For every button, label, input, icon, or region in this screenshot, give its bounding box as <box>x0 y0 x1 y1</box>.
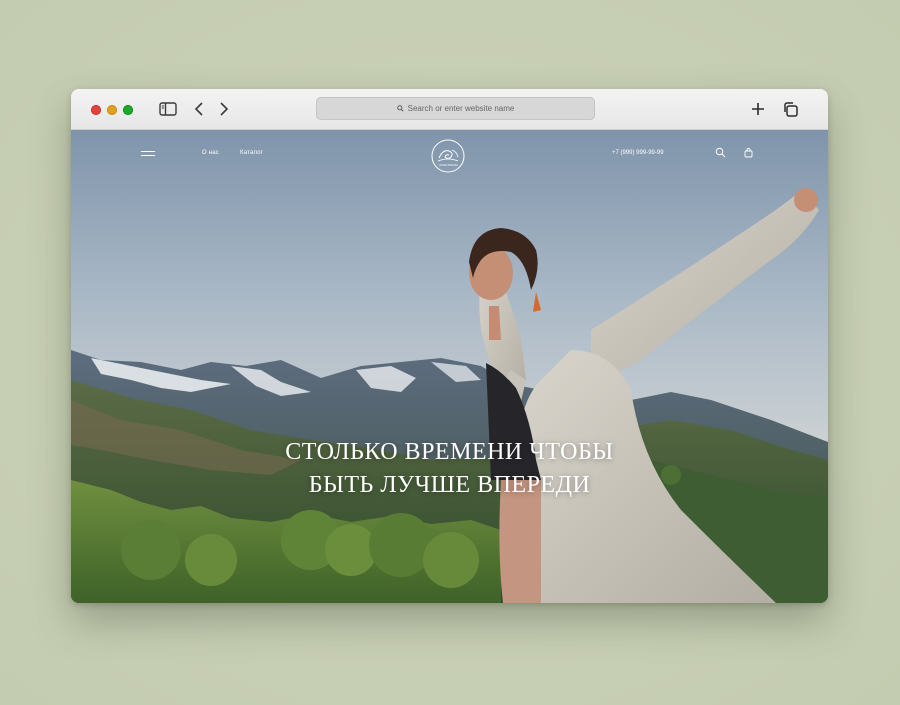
logo-text: VANA PRANA <box>439 163 458 167</box>
browser-toolbar: Search or enter website name <box>71 89 828 130</box>
desktop-background: Search or enter website name О нас Катал… <box>0 0 900 705</box>
nav-link-about[interactable]: О нас <box>202 150 219 156</box>
hero-headline-line-1: СТОЛЬКО ВРЕМЕНИ ЧТОБЫ <box>285 439 614 465</box>
site-header: О нас Каталог VANA PRANA +7 (999) 999-99… <box>71 130 828 180</box>
hero-photo <box>71 130 828 603</box>
zoom-window-button[interactable] <box>123 105 133 115</box>
site-logo[interactable] <box>430 138 466 174</box>
chevron-left-icon[interactable] <box>189 99 209 119</box>
browser-window: Search or enter website name О нас Катал… <box>71 89 828 603</box>
hero-headline-line-2: БЫТЬ ЛУЧШЕ ВПЕРЕДИ <box>308 472 591 498</box>
hero-section: О нас Каталог VANA PRANA +7 (999) 999-99… <box>71 130 828 603</box>
address-placeholder: Search or enter website name <box>407 104 515 113</box>
hero-headline: СТОЛЬКО ВРЕМЕНИ ЧТОБЫ БЫТЬ ЛУЧШЕ ВПЕРЕДИ <box>71 436 828 502</box>
tabs-overview-icon[interactable] <box>780 99 800 119</box>
address-bar[interactable]: Search or enter website name <box>316 97 595 120</box>
minimize-window-button[interactable] <box>107 105 117 115</box>
search-icon <box>396 105 404 112</box>
sidebar-icon[interactable] <box>158 99 178 119</box>
plus-icon[interactable] <box>748 99 768 119</box>
phone-number[interactable]: +7 (999) 999-99-99 <box>612 150 664 156</box>
chevron-right-icon[interactable] <box>214 99 234 119</box>
cart-icon[interactable] <box>743 147 754 158</box>
nav-link-catalog[interactable]: Каталог <box>240 150 263 156</box>
close-window-button[interactable] <box>91 105 101 115</box>
menu-icon[interactable] <box>141 151 155 157</box>
search-icon[interactable] <box>715 147 726 158</box>
